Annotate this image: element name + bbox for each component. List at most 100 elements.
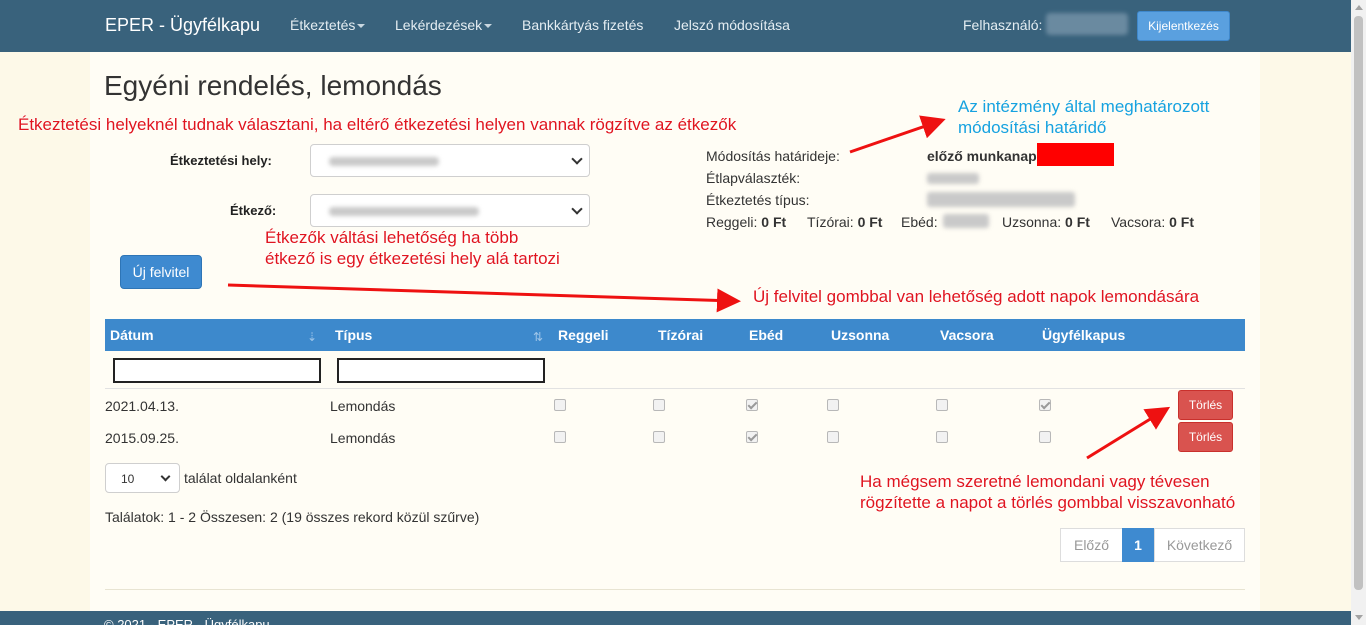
price-dinner-label: Vacsora:: [1111, 214, 1166, 230]
results-summary: Találatok: 1 - 2 Összesen: 2 (19 összes …: [105, 509, 480, 525]
price-lunch: Ebéd:: [901, 214, 938, 230]
price-breakfast-value: 0 Ft: [761, 214, 787, 230]
chevron-down-icon: [571, 153, 583, 165]
page-1-button[interactable]: 1: [1122, 528, 1154, 562]
breakfast-checkbox[interactable]: [554, 399, 566, 411]
scrollbar-thumb[interactable]: [1354, 16, 1363, 590]
nav-etkeztetes-label: Étkeztetés: [290, 17, 356, 33]
logout-button[interactable]: Kijelentkezés: [1137, 11, 1230, 41]
price-breakfast: Reggeli: 0 Ft: [706, 214, 786, 230]
annotation-places: Étkeztetési helyeknél tudnak választani,…: [18, 115, 737, 134]
table-header: Dátum ⇣ Típus ⇅ Reggeli Tízórai Ebéd Uzs…: [105, 319, 1245, 351]
snack-checkbox[interactable]: [653, 431, 665, 443]
snack-checkbox[interactable]: [653, 399, 665, 411]
lunch-checkbox[interactable]: [746, 399, 758, 411]
scroll-down-arrow-icon[interactable]: [1355, 615, 1363, 620]
nav-jelszo-modositasa[interactable]: Jelszó módosítása: [674, 17, 790, 33]
page-length-value: 10: [121, 472, 135, 486]
annotation-deadline-line2: módosítási határidő: [958, 118, 1107, 137]
row-date: 2021.04.13.: [105, 398, 179, 414]
column-header-afternoon: Uzsonna: [831, 327, 890, 343]
column-header-snack: Tízórai: [658, 327, 704, 343]
dinner-checkbox[interactable]: [936, 399, 948, 411]
delete-button[interactable]: Törlés: [1178, 422, 1233, 452]
diner-select[interactable]: [310, 194, 590, 227]
sort-both-icon[interactable]: ⇅: [533, 330, 543, 344]
chevron-down-icon: [571, 203, 583, 215]
top-navbar: EPER - Ügyfélkapu Étkeztetés Lekérdezése…: [0, 0, 1366, 52]
page-length-select[interactable]: 10: [105, 463, 180, 493]
price-afternoon-value: 0 Ft: [1065, 214, 1090, 230]
type-filter-input[interactable]: [337, 358, 545, 383]
afternoon-checkbox[interactable]: [827, 399, 839, 411]
price-lunch-label: Ebéd:: [901, 214, 938, 230]
dinner-checkbox[interactable]: [936, 431, 948, 443]
price-snack-label: Tízórai:: [807, 214, 854, 230]
lunch-checkbox[interactable]: [746, 431, 758, 443]
price-afternoon: Uzsonna: 0 Ft: [1002, 214, 1090, 230]
annotation-diners-line2: étkező is egy étkezetési hely alá tartoz…: [265, 249, 560, 268]
footer: © 2021 - EPER - Ügyfélkapu: [0, 611, 1351, 625]
redacted-red-box: [1037, 143, 1114, 166]
price-snack-value: 0 Ft: [857, 214, 883, 230]
row-type: Lemondás: [330, 430, 396, 446]
caret-down-icon: [484, 24, 493, 29]
footer-divider: [105, 589, 1245, 590]
row-divider: [105, 388, 1245, 389]
price-snack: Tízórai: 0 Ft: [807, 214, 882, 230]
breakfast-checkbox[interactable]: [554, 431, 566, 443]
redacted-place-value: [329, 157, 439, 166]
row-date: 2015.09.25.: [105, 430, 179, 446]
column-header-lunch: Ebéd: [749, 327, 784, 343]
brand-title[interactable]: EPER - Ügyfélkapu: [105, 15, 260, 36]
nav-lekerdezesek-menu[interactable]: Lekérdezések: [395, 17, 493, 33]
place-label: Étkeztetési hely:: [170, 153, 272, 168]
column-header-breakfast: Reggeli: [558, 327, 609, 343]
column-header-dinner: Vacsora: [940, 327, 994, 343]
type-label: Étkeztetés típus:: [706, 192, 810, 208]
chevron-down-icon: [160, 471, 171, 482]
place-select[interactable]: [310, 144, 590, 177]
price-afternoon-label: Uzsonna:: [1002, 214, 1062, 230]
date-filter-input[interactable]: [113, 358, 321, 383]
redacted-username: [1046, 13, 1128, 35]
column-header-date[interactable]: Dátum: [110, 327, 154, 343]
annotation-delete-line1: Ha mégsem szeretné lemondani vagy tévese…: [860, 472, 1210, 491]
page-length-suffix: találat oldalanként: [184, 470, 297, 486]
deadline-value: előző munkanap: [927, 148, 1037, 164]
redacted-type: [927, 192, 1075, 207]
nav-bankkartyas-fizetes[interactable]: Bankkártyás fizetés: [522, 17, 643, 33]
annotation-diners-line1: Étkezők váltási lehetőség ha több: [265, 228, 519, 247]
portal-checkbox[interactable]: [1039, 431, 1051, 443]
annotation-new-entry: Új felvitel gombbal van lehetőség adott …: [753, 287, 1200, 306]
next-page-button[interactable]: Következő: [1154, 528, 1245, 562]
prev-page-button[interactable]: Előző: [1060, 528, 1123, 562]
page-title: Egyéni rendelés, lemondás: [104, 70, 442, 101]
diner-label: Étkező:: [230, 203, 277, 218]
row-type: Lemondás: [330, 398, 396, 414]
deadline-value-text: előző munkanap: [927, 148, 1037, 164]
annotation-deadline-line1: Az intézmény által meghatározott: [958, 97, 1210, 116]
price-breakfast-label: Reggeli:: [706, 214, 758, 230]
redacted-lunch-price: [943, 214, 989, 228]
sort-desc-icon[interactable]: ⇣: [307, 330, 317, 344]
column-header-portal: Ügyfélkapus: [1042, 327, 1126, 343]
nav-lekerdezesek-label: Lekérdezések: [395, 17, 483, 33]
user-label: Felhasználó:: [963, 17, 1043, 33]
nav-etkeztetes-menu[interactable]: Étkeztetés: [290, 17, 366, 33]
column-header-type[interactable]: Típus: [335, 327, 372, 343]
redacted-diner-value: [329, 207, 479, 216]
price-dinner: Vacsora: 0 Ft: [1111, 214, 1194, 230]
menu-choice-label: Étlapválaszték:: [706, 170, 801, 186]
annotation-delete-line2: rögzítette a napot a törlés gombbal viss…: [860, 493, 1236, 512]
redacted-menu-choice: [927, 173, 979, 184]
portal-checkbox[interactable]: [1039, 399, 1051, 411]
delete-button[interactable]: Törlés: [1178, 390, 1233, 420]
vertical-scrollbar[interactable]: [1351, 0, 1366, 625]
footer-text: © 2021 - EPER - Ügyfélkapu: [104, 617, 270, 625]
new-entry-button[interactable]: Új felvitel: [120, 255, 202, 289]
caret-down-icon: [357, 24, 366, 29]
scroll-up-arrow-icon[interactable]: [1355, 5, 1363, 10]
price-dinner-value: 0 Ft: [1169, 214, 1194, 230]
afternoon-checkbox[interactable]: [827, 431, 839, 443]
